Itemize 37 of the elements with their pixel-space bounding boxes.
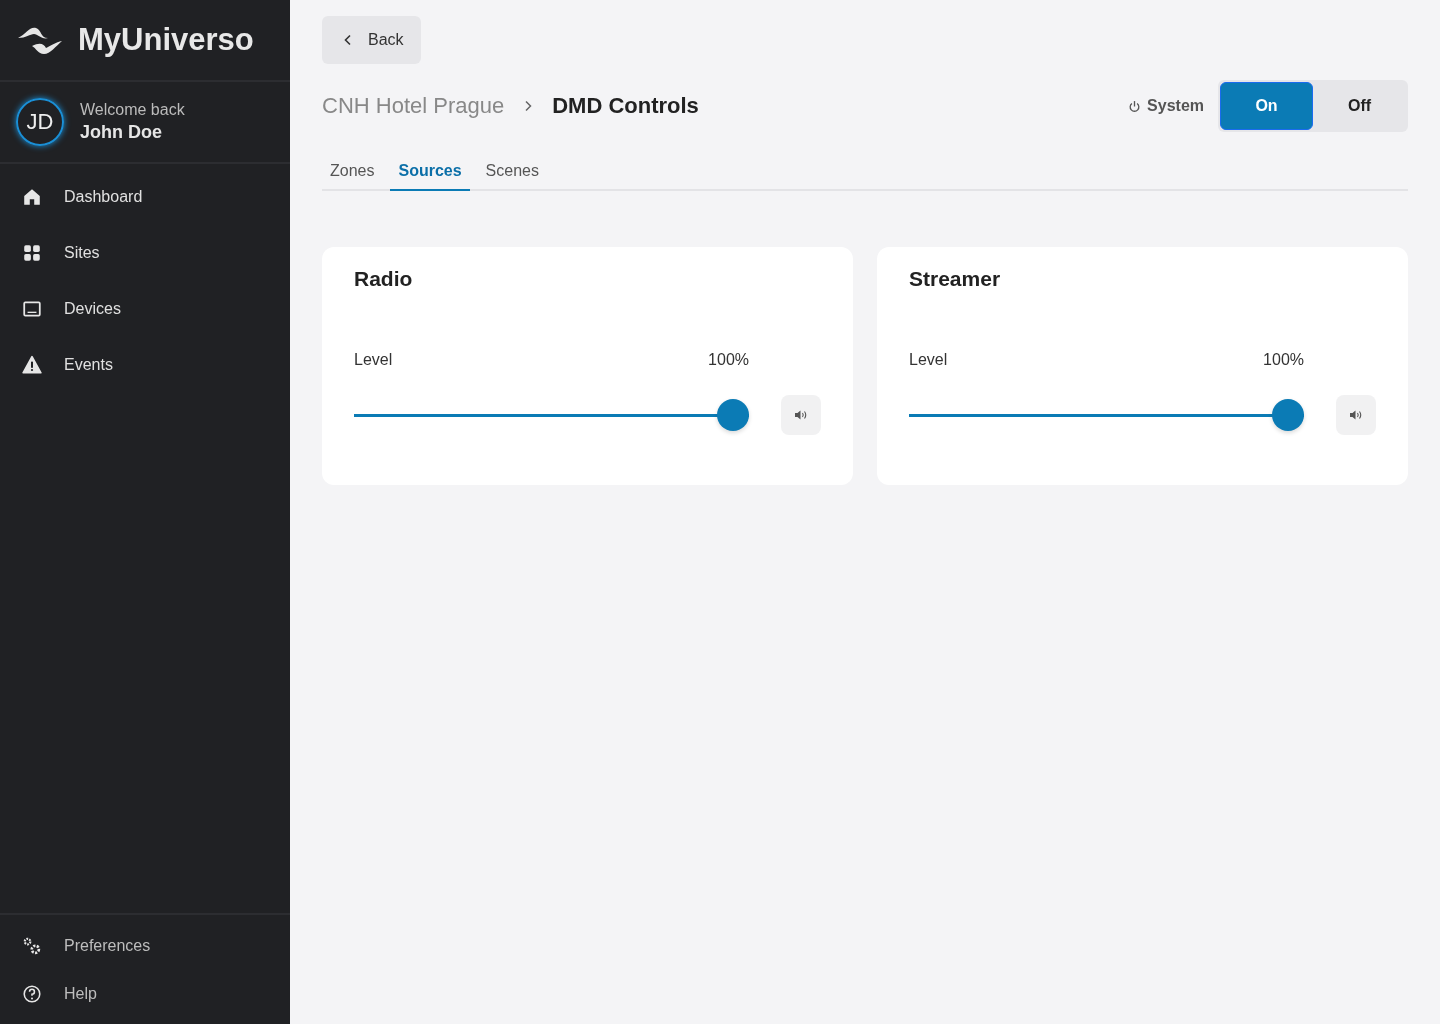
- level-label: Level: [909, 351, 948, 369]
- card-title: Radio: [354, 267, 414, 291]
- toggle-option[interactable]: Off: [1313, 82, 1406, 130]
- mute-button[interactable]: [1336, 395, 1376, 435]
- greeting-text: Welcome back: [80, 101, 185, 119]
- level-label: Level: [354, 351, 393, 369]
- help-icon: [22, 984, 42, 1004]
- settings-icon: [22, 936, 42, 956]
- system-label: System: [1128, 97, 1204, 115]
- slider-thumb[interactable]: [717, 399, 749, 431]
- nav-item[interactable]: Help: [0, 970, 290, 1018]
- home-icon: [22, 187, 42, 207]
- toggle-option[interactable]: On: [1220, 82, 1313, 130]
- avatar: JD: [16, 98, 64, 146]
- speaker-icon: [1349, 409, 1363, 421]
- nav-item[interactable]: Devices: [0, 281, 290, 337]
- monitor-icon: [22, 299, 42, 319]
- speaker-icon: [794, 409, 808, 421]
- page-title: DMD Controls: [552, 93, 699, 119]
- power-icon: [1128, 99, 1142, 113]
- nav-item[interactable]: Events: [0, 337, 290, 393]
- grid-icon: [22, 243, 42, 263]
- tab[interactable]: Zones: [322, 152, 383, 191]
- back-button[interactable]: Back: [322, 16, 421, 64]
- warning-icon: [22, 355, 42, 375]
- level-value: 100%: [1263, 351, 1304, 369]
- mute-button[interactable]: [781, 395, 821, 435]
- nav-item[interactable]: Preferences: [0, 922, 290, 970]
- card-title: Streamer: [909, 267, 1002, 291]
- nav-item[interactable]: Dashboard: [0, 169, 290, 225]
- user-name: John Doe: [80, 122, 163, 143]
- slider-thumb[interactable]: [1272, 399, 1304, 431]
- tab[interactable]: Scenes: [477, 152, 547, 191]
- tab[interactable]: Sources: [390, 152, 470, 191]
- nav-item[interactable]: Sites: [0, 225, 290, 281]
- level-value: 100%: [708, 351, 749, 369]
- brand-name: MyUniverso: [78, 22, 254, 58]
